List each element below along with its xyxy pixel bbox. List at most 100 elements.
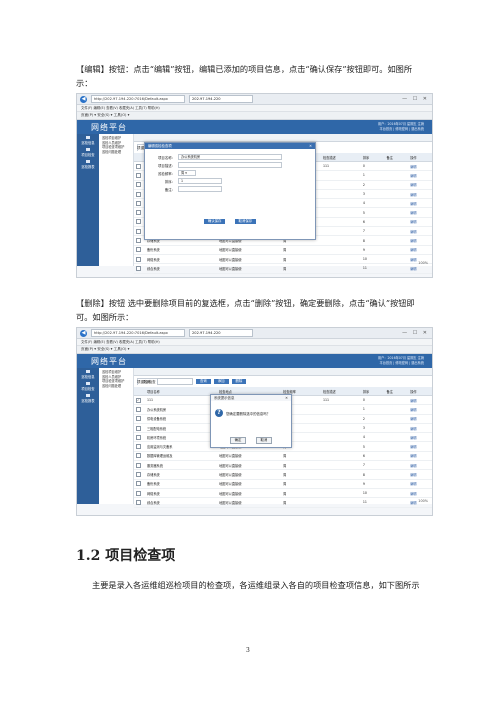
row-op[interactable]: 编辑 xyxy=(408,423,432,434)
user-links[interactable]: 平台首页 | 修改密码 | 退出系统 xyxy=(378,127,424,132)
row-desc xyxy=(320,479,361,489)
row-checkbox[interactable] xyxy=(136,265,141,271)
zoom-level[interactable]: 100% xyxy=(418,261,428,265)
cancel-save-button[interactable]: 取消保存 xyxy=(234,219,257,224)
row-op[interactable]: 编辑 xyxy=(408,245,432,255)
close-icon[interactable]: ✕ xyxy=(309,143,312,149)
address-bar[interactable]: http://202.97.194.220:7016/Default.aspx xyxy=(91,95,185,103)
table-row[interactable]: 存储系统 地图可以直接使周 8 编辑 xyxy=(134,469,432,480)
row-op[interactable]: 编辑 xyxy=(408,263,432,274)
table-row[interactable]: 备份系统 地图可以直接使周 9 编辑 xyxy=(134,245,432,255)
cancel-button[interactable]: 取消 xyxy=(255,437,273,444)
row-checkbox[interactable] xyxy=(136,191,141,197)
back-icon[interactable]: ◀ xyxy=(80,95,87,103)
row-op[interactable]: 编辑 xyxy=(408,217,432,228)
row-op[interactable]: 编辑 xyxy=(408,161,432,172)
row-op[interactable]: 编辑 xyxy=(408,460,432,471)
row-desc xyxy=(320,263,361,274)
row-checkbox[interactable] xyxy=(136,219,141,225)
tree-item[interactable]: 巡检问题处理 xyxy=(99,384,133,389)
table-row[interactable]: 综合系统 地图可以直接使周 11 编辑 xyxy=(134,263,432,274)
row-op[interactable]: 编辑 xyxy=(408,404,432,415)
tree-item[interactable]: 巡检问题处理 xyxy=(99,150,133,155)
row-checkbox[interactable] xyxy=(136,453,141,459)
row-checkbox[interactable] xyxy=(136,256,141,262)
close-icon[interactable]: ✕ xyxy=(285,395,288,401)
table-row[interactable]: 服务器系统地图可以直接使周 7 编辑 xyxy=(134,460,432,471)
row-sort: 6 xyxy=(360,451,385,462)
row-checkbox[interactable] xyxy=(136,481,141,487)
back-icon[interactable]: ◀ xyxy=(80,329,87,337)
ie-menubar[interactable]: 文件(F) 编辑(E) 查看(V) 收藏夹(A) 工具(T) 帮助(H) xyxy=(77,339,432,346)
row-op[interactable]: 编辑 xyxy=(408,198,432,209)
row-op[interactable]: 编辑 xyxy=(408,479,432,489)
row-checkbox[interactable] xyxy=(136,462,141,468)
confirm-save-button[interactable]: 确认保存 xyxy=(203,219,226,224)
row-checkbox[interactable] xyxy=(136,499,141,505)
ie-menubar[interactable]: 文件(F) 编辑(E) 查看(V) 收藏夹(A) 工具(T) 帮助(H) xyxy=(77,105,432,112)
row-op[interactable]: 编辑 xyxy=(408,189,432,200)
table-row[interactable]: 数据库管理运维及地图可以直接使周 6 编辑 xyxy=(134,451,432,462)
sidebar-item-report[interactable]: 巡检报表 xyxy=(77,158,99,170)
search-input[interactable] xyxy=(156,378,193,385)
row-place: 地图可以直接使 xyxy=(217,254,282,265)
row-op[interactable]: 编辑 xyxy=(408,451,432,462)
row-op[interactable]: 编辑 xyxy=(408,395,432,406)
remark-field[interactable] xyxy=(178,185,222,193)
table-row[interactable]: 综合系统 地图可以直接使周 11 编辑 xyxy=(134,497,432,508)
window-controls[interactable]: — ☐ ✕ xyxy=(402,330,429,336)
row-checkbox[interactable] xyxy=(136,247,141,253)
table-row[interactable]: 网络系统 地图可以直接使周 10 编辑 xyxy=(134,254,432,265)
row-checkbox[interactable] xyxy=(136,163,141,169)
ok-button[interactable]: 确定 xyxy=(229,437,247,444)
ie-toolbar[interactable]: 页面(P) ▾ 安全(S) ▾ 工具(O) ▾ xyxy=(77,346,432,354)
sidebar-item-report[interactable]: 巡检报表 xyxy=(77,392,99,404)
row-op[interactable]: 编辑 xyxy=(408,207,432,218)
user-links[interactable]: 平台首页 | 修改密码 | 退出系统 xyxy=(378,361,424,366)
row-op[interactable]: 编辑 xyxy=(408,441,432,452)
row-op[interactable]: 编辑 xyxy=(408,432,432,443)
delete-button[interactable]: 删除 xyxy=(231,379,247,384)
row-name: 三相配电系统 xyxy=(145,423,218,434)
browser-tab[interactable]: 202.97.194.220 xyxy=(189,329,253,337)
ie-toolbar[interactable]: 页面(P) ▾ 安全(S) ▾ 工具(O) ▾ xyxy=(77,112,432,120)
name-field[interactable]: 办公系统机房 xyxy=(178,153,282,161)
browser-tab[interactable]: 202.97.194.220 xyxy=(189,95,253,103)
row-checkbox[interactable] xyxy=(136,228,141,234)
desc-field[interactable] xyxy=(178,161,282,169)
row-op[interactable]: 编辑 xyxy=(408,414,432,424)
row-name: 应用监测与灾备系 xyxy=(145,441,218,452)
row-checkbox[interactable] xyxy=(136,200,141,206)
row-op[interactable]: 编辑 xyxy=(408,170,432,181)
row-checkbox[interactable] xyxy=(136,416,141,422)
freq-select[interactable]: 周 ▾ xyxy=(178,169,196,177)
row-checkbox[interactable] xyxy=(136,182,141,188)
row-checkbox[interactable] xyxy=(136,172,141,178)
row-checkbox[interactable] xyxy=(136,444,141,450)
row-op[interactable]: 编辑 xyxy=(408,488,432,499)
row-checkbox[interactable] xyxy=(136,425,141,431)
row-checkbox[interactable]: ✓ xyxy=(136,397,141,403)
row-checkbox[interactable] xyxy=(136,434,141,440)
zoom-level[interactable]: 100% xyxy=(418,499,428,503)
row-op[interactable]: 编辑 xyxy=(408,180,432,190)
address-bar[interactable]: http://202.97.194.220:7016/Default.aspx xyxy=(91,329,185,337)
table-row[interactable]: 网络系统 地图可以直接使周 10 编辑 xyxy=(134,488,432,499)
row-checkbox[interactable] xyxy=(136,406,141,412)
sidebar-item-inspection[interactable]: 巡检信息 xyxy=(77,368,99,380)
sidebar-item-project[interactable]: 项目检查 xyxy=(77,146,99,158)
sidebar-item-inspection[interactable]: 巡检信息 xyxy=(77,134,99,146)
row-checkbox[interactable] xyxy=(136,238,141,244)
query-button[interactable]: 查询 xyxy=(195,379,211,384)
row-op[interactable]: 编辑 xyxy=(408,469,432,480)
row-checkbox[interactable] xyxy=(136,472,141,478)
row-checkbox[interactable] xyxy=(136,210,141,216)
sort-field[interactable]: 1 xyxy=(178,177,222,185)
table-row[interactable]: 备份系统 地图可以直接使周 9 编辑 xyxy=(134,479,432,489)
window-controls[interactable]: — ☐ ✕ xyxy=(402,96,429,102)
sidebar-item-project[interactable]: 项目检查 xyxy=(77,380,99,392)
row-op[interactable]: 编辑 xyxy=(408,226,432,237)
row-op[interactable]: 编辑 xyxy=(408,235,432,246)
row-checkbox[interactable] xyxy=(136,490,141,496)
add-button[interactable]: 添加 xyxy=(213,379,229,384)
